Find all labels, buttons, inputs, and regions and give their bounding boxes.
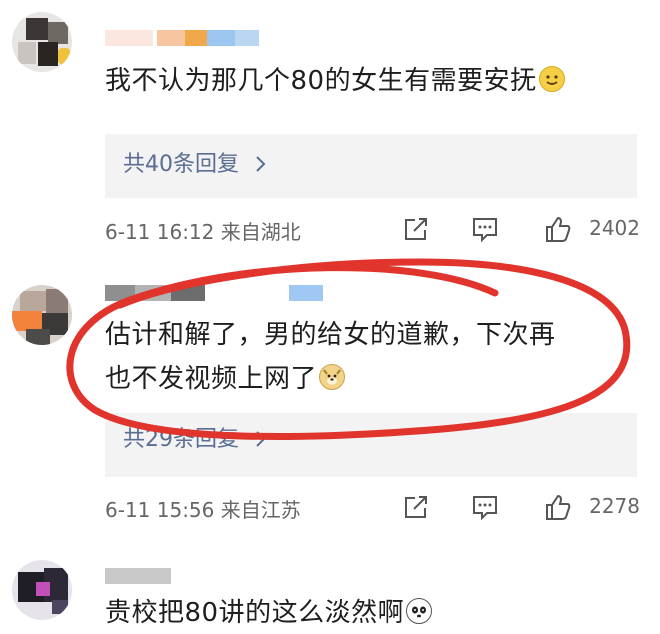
date-location: 6-11 16:12 来自湖北 [105,220,301,244]
share-icon[interactable] [401,492,431,522]
panda-emoji-icon [406,598,433,624]
comment-2: 估计和解了，男的给女的道歉，下次再 也不发视频上网了 共29条回复 6-11 1… [0,265,660,550]
avatar[interactable] [12,12,72,72]
view-replies-link[interactable]: 共40条回复 [123,148,268,182]
avatar[interactable] [12,285,72,345]
comment-text: 估计和解了，男的给女的道歉，下次再 也不发视频上网了 [105,320,556,394]
chevron-right-icon [256,156,266,172]
username-redacted[interactable] [105,568,175,586]
comment-meta: 6-11 16:12 来自湖北 2402 [105,212,640,246]
share-icon[interactable] [401,214,431,244]
comment-meta: 6-11 15:56 来自江苏 2278 [105,490,640,524]
comment-text: 我不认为那几个80的女生有需要安抚 [105,60,565,102]
chevron-right-icon [256,431,266,447]
like-count: 2278 [589,494,640,518]
comment-icon[interactable] [470,492,500,522]
comment-1: 我不认为那几个80的女生有需要安抚 共40条回复 6-11 16:12 来自湖北 [0,0,660,265]
view-replies-link[interactable]: 共29条回复 [123,423,268,457]
comment-text: 贵校把80讲的这么淡然啊 [105,592,433,634]
like-count: 2402 [589,216,640,240]
date-location: 6-11 15:56 来自江苏 [105,498,301,522]
replies-box[interactable]: 共40条回复 [105,134,637,198]
doge-emoji-icon [319,364,346,390]
replies-box[interactable]: 共29条回复 [105,413,637,477]
comment-icon[interactable] [470,214,500,244]
smile-emoji-icon [538,66,565,92]
username-redacted[interactable] [105,30,265,48]
comment-3: 贵校把80讲的这么淡然啊 [0,550,660,628]
username-redacted[interactable] [105,285,345,303]
avatar[interactable] [12,560,72,620]
thumbs-up-icon[interactable] [543,492,573,522]
thumbs-up-icon[interactable] [543,214,573,244]
